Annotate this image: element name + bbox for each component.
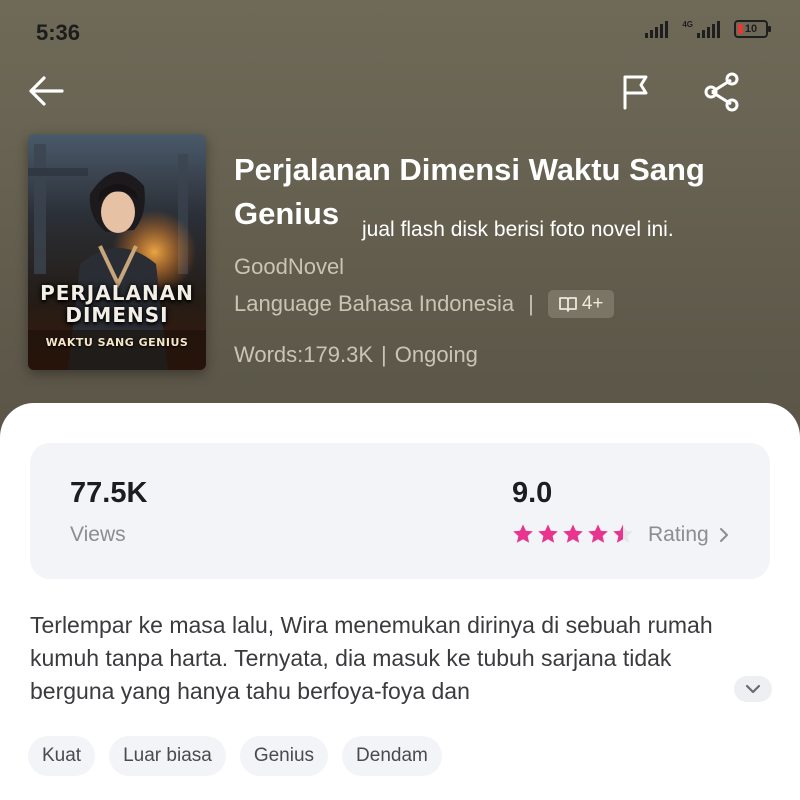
- rating-stars: [512, 523, 634, 545]
- battery-level-text: 10: [744, 23, 758, 35]
- star-icon: [513, 524, 533, 543]
- tag-chip[interactable]: Dendam: [342, 736, 442, 776]
- separator: |: [381, 342, 387, 367]
- rating-link[interactable]: Rating: [648, 523, 729, 547]
- stats-card: 77.5K Views 9.0 Rating: [30, 443, 770, 579]
- report-button[interactable]: [614, 70, 658, 114]
- chevron-down-icon: [745, 684, 761, 694]
- publication-status: Ongoing: [394, 342, 478, 367]
- meta-row: Words:179.3K | Ongoing: [234, 342, 478, 368]
- rating-label: Rating: [648, 523, 709, 546]
- book-cover[interactable]: PERJALANAN DIMENSI WAKTU SANG GENIUS: [28, 134, 206, 370]
- cover-subtitle-text: WAKTU SANG GENIUS: [45, 336, 189, 349]
- flag-icon: [623, 75, 648, 110]
- book-icon: [558, 297, 577, 312]
- signal-icon: [645, 20, 669, 38]
- signal-4g-icon: 4G: [682, 20, 720, 38]
- rating-value: 9.0: [512, 477, 553, 509]
- age-rating-text: 4+: [581, 293, 604, 314]
- network-type: 4G: [682, 20, 693, 29]
- tag-list: Kuat Luar biasa Genius Dendam: [28, 736, 442, 776]
- language-row: Language Bahasa Indonesia | 4+: [234, 290, 614, 318]
- age-rating-badge: 4+: [547, 290, 614, 318]
- star-icon: [588, 524, 608, 543]
- arrow-left-icon: [29, 76, 64, 106]
- cover-title-text: PERJALANAN DIMENSI: [40, 281, 194, 327]
- views-label: Views: [70, 523, 126, 546]
- status-bar: 5:36 4G 10: [0, 0, 800, 62]
- chevron-right-icon: [719, 528, 728, 542]
- expand-synopsis-button[interactable]: [734, 676, 772, 702]
- overlay-note: jual flash disk berisi foto novel ini.: [362, 218, 674, 241]
- battery-icon: 10: [734, 20, 771, 38]
- cover-illustration: [28, 144, 206, 370]
- details-sheet: 77.5K Views 9.0 Rating Terlempar ke masa…: [0, 403, 800, 800]
- views-value: 77.5K: [70, 477, 148, 509]
- language-label: Language Bahasa Indonesia: [234, 291, 515, 316]
- word-count: Words:179.3K: [234, 342, 374, 367]
- tag-chip[interactable]: Luar biasa: [109, 736, 226, 776]
- star-icon: [613, 524, 633, 543]
- author-name[interactable]: GoodNovel: [234, 254, 344, 280]
- star-icon: [538, 524, 558, 543]
- status-time: 5:36: [36, 20, 81, 45]
- status-icons: 4G 10: [645, 20, 771, 38]
- share-icon: [704, 72, 739, 112]
- synopsis-text: Terlempar ke masa lalu, Wira menemukan d…: [30, 612, 713, 704]
- tag-chip[interactable]: Genius: [239, 736, 329, 776]
- tag-chip[interactable]: Kuat: [28, 736, 96, 776]
- separator: |: [528, 291, 534, 316]
- back-button[interactable]: [24, 72, 68, 112]
- share-button[interactable]: [700, 70, 744, 114]
- star-icon: [563, 524, 583, 543]
